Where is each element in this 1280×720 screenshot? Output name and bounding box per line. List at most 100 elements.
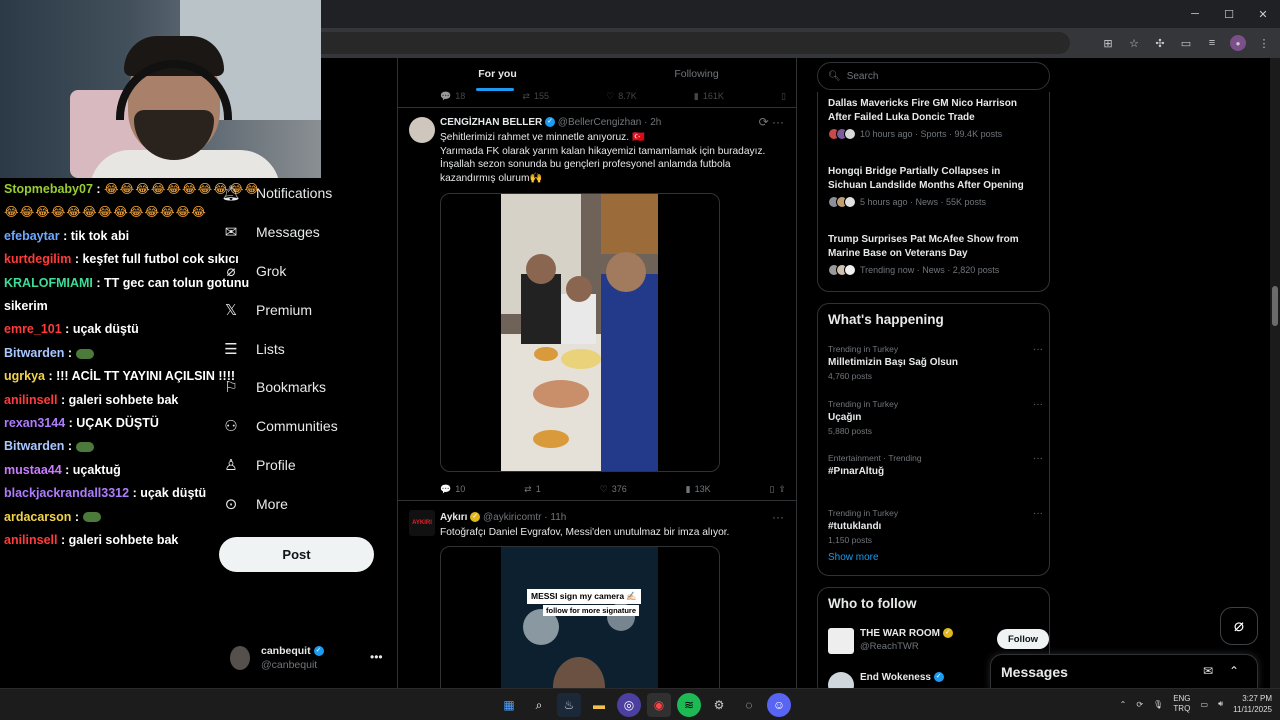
steam-icon[interactable]: ♨ bbox=[557, 693, 581, 717]
split-view-icon[interactable]: ▭ bbox=[1178, 35, 1194, 51]
media-control-icon[interactable]: ≡ bbox=[1204, 35, 1220, 51]
bookmark-button[interactable]: ▯ ⇪ bbox=[770, 481, 787, 497]
sidebar-item-premium[interactable]: 𝕏 Premium bbox=[220, 290, 390, 329]
tweet-time[interactable]: 11h bbox=[550, 512, 566, 523]
close-button[interactable]: ✕ bbox=[1246, 0, 1280, 28]
tweet-handle[interactable]: @aykiricomtr bbox=[483, 512, 542, 523]
clock[interactable]: 3:27 PM 11/11/2025 bbox=[1233, 693, 1272, 715]
expand-icon[interactable]: ⌃ bbox=[1229, 664, 1239, 678]
tweet-handle[interactable]: @BellerCengizhan bbox=[558, 117, 642, 128]
recorder-icon[interactable]: ◌ bbox=[737, 693, 761, 717]
app-icon[interactable]: ◎ bbox=[617, 693, 641, 717]
like-button[interactable]: ♡ 376 bbox=[600, 481, 627, 497]
views-button[interactable]: ▮ 13K bbox=[686, 481, 711, 497]
chevron-up-icon[interactable]: ⌃ bbox=[1120, 700, 1127, 709]
maximize-button[interactable]: ☐ bbox=[1212, 0, 1246, 28]
reply-button[interactable]: 💬 10 bbox=[440, 481, 465, 497]
chat-username[interactable]: Bitwarden bbox=[4, 346, 64, 360]
chat-username[interactable]: emre_101 bbox=[4, 322, 62, 336]
chat-username[interactable]: blackjackrandall3312 bbox=[4, 486, 129, 500]
chat-username[interactable]: ardacarson bbox=[4, 510, 71, 524]
speaker-icon[interactable]: 🔊︎ bbox=[1218, 699, 1223, 709]
microphone-icon[interactable]: 🎙︎ bbox=[1153, 700, 1163, 709]
trend-item[interactable]: Trending in Turkey Milletimizin Başı Sağ … bbox=[828, 344, 1043, 381]
extensions-icon[interactable]: ✣ bbox=[1152, 35, 1168, 51]
discord-icon[interactable]: ☺ bbox=[767, 693, 791, 717]
more-dots-icon[interactable]: ••• bbox=[370, 650, 383, 664]
sidebar-item-lists[interactable]: ☰ Lists bbox=[220, 329, 390, 368]
language-indicator[interactable]: ENG TRQ bbox=[1173, 694, 1190, 714]
tweet-avatar[interactable] bbox=[409, 117, 435, 143]
browser-menu-icon[interactable]: ⋮ bbox=[1256, 35, 1272, 51]
tab-following[interactable]: Following bbox=[597, 58, 796, 90]
news-item[interactable]: Hongqi Bridge Partially Collapses in Sic… bbox=[828, 165, 1038, 208]
tweet-author-name[interactable]: CENGİZHAN BELLER bbox=[440, 117, 542, 128]
sidebar-item-grok[interactable]: ⌀ Grok bbox=[220, 252, 390, 291]
grok-icon[interactable]: ⌀ bbox=[1220, 607, 1258, 645]
chat-username[interactable]: KRALOFMIAMI bbox=[4, 276, 93, 290]
sidebar-item-profile[interactable]: ♙ Profile bbox=[220, 446, 390, 485]
tweet-video[interactable]: MESSI sign my camera ✍🏻 follow for more … bbox=[440, 546, 720, 688]
chrome-icon[interactable]: ◉ bbox=[647, 693, 671, 717]
chat-username[interactable]: Stopmebaby07 bbox=[4, 182, 93, 196]
trend-item[interactable]: Trending in Turkey #tutuklandı 1,150 posts… bbox=[828, 508, 1043, 545]
windows-start-icon[interactable]: ▦ bbox=[497, 693, 521, 717]
trend-item[interactable]: Entertainment · Trending #PınarAltuğ ··· bbox=[828, 453, 1043, 480]
trend-item[interactable]: Trending in Turkey Uçağın 5,880 posts ··· bbox=[828, 399, 1043, 436]
follow-button[interactable]: Follow bbox=[997, 629, 1049, 649]
trend-more-icon[interactable]: ··· bbox=[1033, 453, 1043, 464]
chat-username[interactable]: efebaytar bbox=[4, 229, 60, 243]
star-icon[interactable]: ☆ bbox=[1126, 35, 1142, 51]
tweet-more-icon[interactable]: ··· bbox=[772, 510, 784, 524]
messages-drawer[interactable]: Messages ✉ ⌃ bbox=[990, 654, 1258, 690]
sync-icon[interactable]: ⟳ bbox=[1136, 700, 1143, 709]
chat-username[interactable]: anilinsell bbox=[4, 533, 58, 547]
search-input[interactable]: 🔍︎ Search bbox=[817, 62, 1050, 90]
chat-username[interactable]: Bitwarden bbox=[4, 439, 64, 453]
sidebar-item-notifications[interactable]: 🔔︎ Notifications bbox=[220, 174, 390, 213]
settings-icon[interactable]: ⚙ bbox=[707, 693, 731, 717]
sidebar-item-messages[interactable]: ✉ Messages bbox=[220, 213, 390, 252]
trend-more-icon[interactable]: ··· bbox=[1033, 344, 1043, 355]
news-item[interactable]: Trump Surprises Pat McAfee Show from Mar… bbox=[828, 233, 1038, 276]
repost-button[interactable]: ⇄ 1 bbox=[524, 481, 541, 497]
chat-username[interactable]: anilinsell bbox=[4, 393, 58, 407]
chat-username[interactable]: rexan3144 bbox=[4, 416, 65, 430]
network-icon[interactable]: ▭ bbox=[1201, 700, 1209, 709]
tweet-time[interactable]: 2h bbox=[650, 117, 661, 128]
account-switcher[interactable]: canbequit ✓ @canbequit ••• bbox=[230, 644, 390, 674]
new-message-icon[interactable]: ✉ bbox=[1203, 664, 1213, 678]
file-explorer-icon[interactable]: ▬ bbox=[587, 693, 611, 717]
news-item[interactable]: Dallas Mavericks Fire GM Nico Harrison A… bbox=[828, 97, 1038, 140]
minimize-button[interactable]: ─ bbox=[1178, 0, 1212, 28]
trend-more-icon[interactable]: ··· bbox=[1033, 399, 1043, 410]
scrollbar-thumb[interactable] bbox=[1272, 286, 1278, 326]
share-icon[interactable]: ⇪ bbox=[778, 484, 786, 495]
show-more-link[interactable]: Show more bbox=[828, 552, 879, 563]
tweet-author-name[interactable]: Aykırı bbox=[440, 512, 467, 523]
post-button[interactable]: Post bbox=[219, 537, 374, 572]
chat-username[interactable]: mustaa44 bbox=[4, 463, 62, 477]
scrollbar[interactable] bbox=[1270, 58, 1280, 688]
tweet[interactable]: AYKIRI Aykırı ✓ @aykiricomtr · 11h ··· F… bbox=[398, 502, 796, 688]
sidebar-item-more[interactable]: ⊙ More bbox=[220, 484, 390, 523]
views-button[interactable]: ▮ 161K bbox=[694, 88, 724, 104]
chat-username[interactable]: kurtdegilim bbox=[4, 252, 71, 266]
repost-button[interactable]: ⇄ 155 bbox=[522, 88, 549, 104]
tweet-more-icon[interactable]: ⟳ ··· bbox=[759, 115, 784, 129]
tweet[interactable]: CENGİZHAN BELLER ✓ @BellerCengizhan · 2h… bbox=[398, 109, 796, 501]
bookmark-button[interactable]: ▯ bbox=[781, 88, 786, 104]
trend-more-icon[interactable]: ··· bbox=[1033, 508, 1043, 519]
search-icon[interactable]: ⌕ bbox=[527, 693, 551, 717]
chat-username[interactable]: ugrkya bbox=[4, 369, 45, 383]
reply-button[interactable]: 💬 18 bbox=[440, 88, 465, 104]
like-button[interactable]: ♡ 8.7K bbox=[606, 88, 637, 104]
tweet-video[interactable] bbox=[440, 193, 720, 472]
spotify-icon[interactable]: ≋ bbox=[677, 693, 701, 717]
sidebar-item-communities[interactable]: ⚇ Communities bbox=[220, 407, 390, 446]
profile-avatar-icon[interactable]: ● bbox=[1230, 35, 1246, 51]
tweet-avatar[interactable]: AYKIRI bbox=[409, 510, 435, 536]
sidebar-item-bookmarks[interactable]: ⚐ Bookmarks bbox=[220, 368, 390, 407]
install-app-icon[interactable]: ⊞ bbox=[1100, 35, 1116, 51]
tab-for-you[interactable]: For you bbox=[398, 58, 597, 91]
